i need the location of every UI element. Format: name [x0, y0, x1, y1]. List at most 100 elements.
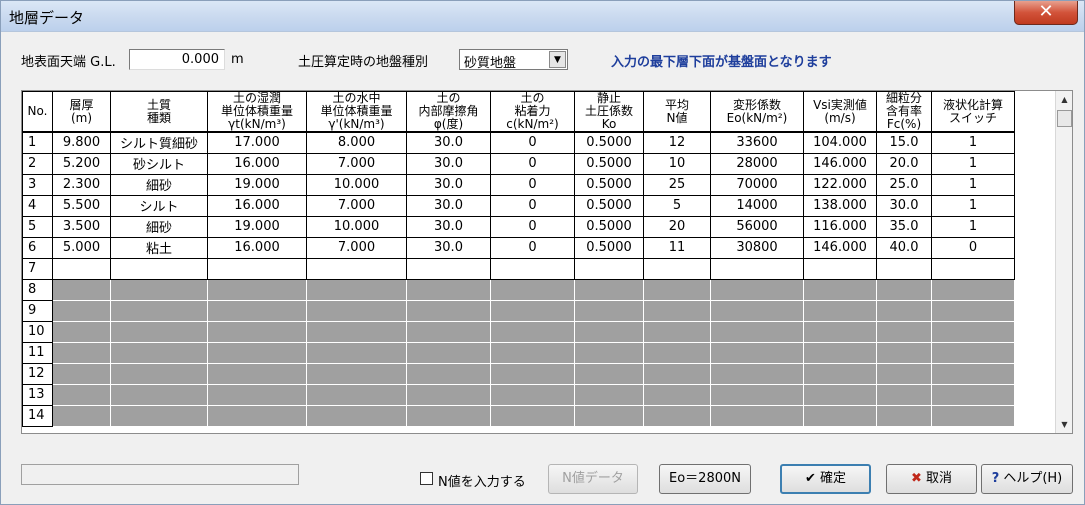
grid-cell[interactable]: [207, 320, 307, 343]
grid-cell[interactable]: [306, 362, 407, 385]
grid-cell[interactable]: [52, 362, 111, 385]
grid-cell[interactable]: [803, 362, 877, 385]
grid-cell[interactable]: 細砂: [110, 215, 208, 238]
grid-cell[interactable]: 40.0: [876, 236, 932, 259]
grid-cell[interactable]: [490, 404, 575, 427]
grid-cell[interactable]: 70000: [710, 173, 804, 196]
grid-cell[interactable]: シルト質細砂: [110, 131, 208, 154]
grid-cell[interactable]: [110, 278, 208, 301]
grid-cell[interactable]: [803, 257, 877, 280]
grid-cell[interactable]: 146.000: [803, 152, 877, 175]
grid-cell[interactable]: [574, 320, 644, 343]
grid-cell[interactable]: 7.000: [306, 236, 407, 259]
grid-cell[interactable]: 28000: [710, 152, 804, 175]
grid-cell[interactable]: [110, 257, 208, 280]
scroll-thumb[interactable]: [1057, 110, 1072, 127]
grid-cell[interactable]: [306, 257, 407, 280]
grid-cell[interactable]: [710, 278, 804, 301]
grid-cell[interactable]: 16.000: [207, 152, 307, 175]
eo-2800n-button[interactable]: Eo＝2800N: [659, 464, 751, 494]
grid-cell[interactable]: 0: [490, 194, 575, 217]
grid-cell[interactable]: 20: [643, 215, 711, 238]
grid-cell[interactable]: 砂シルト: [110, 152, 208, 175]
grid-cell[interactable]: [643, 383, 711, 406]
grid-cell[interactable]: 146.000: [803, 236, 877, 259]
grid-cell[interactable]: [406, 404, 491, 427]
grid-cell[interactable]: 5: [643, 194, 711, 217]
grid-cell[interactable]: 0.5000: [574, 131, 644, 154]
grid-cell[interactable]: [306, 404, 407, 427]
grid-cell[interactable]: [931, 383, 1015, 406]
grid-cell[interactable]: 5.500: [52, 194, 111, 217]
grid-cell[interactable]: 33600: [710, 131, 804, 154]
grid-cell[interactable]: [710, 299, 804, 322]
grid-cell[interactable]: 10: [643, 152, 711, 175]
grid-cell[interactable]: [803, 299, 877, 322]
grid-cell[interactable]: [931, 341, 1015, 364]
grid-cell[interactable]: [406, 383, 491, 406]
grid-cell[interactable]: 35.0: [876, 215, 932, 238]
grid-cell[interactable]: 19.000: [207, 173, 307, 196]
grid-cell[interactable]: [643, 320, 711, 343]
grid-cell[interactable]: [931, 299, 1015, 322]
ground-type-select[interactable]: 砂質地盤 ▼: [459, 49, 568, 71]
grid-cell[interactable]: [710, 404, 804, 427]
grid-cell[interactable]: 粘土: [110, 236, 208, 259]
grid-cell[interactable]: [931, 257, 1015, 280]
grid-cell[interactable]: 122.000: [803, 173, 877, 196]
grid-cell[interactable]: [406, 341, 491, 364]
grid-cell[interactable]: [643, 299, 711, 322]
grid-cell[interactable]: 14000: [710, 194, 804, 217]
grid-cell[interactable]: [876, 383, 932, 406]
grid-cell[interactable]: 10.000: [306, 215, 407, 238]
grid-cell[interactable]: [803, 341, 877, 364]
grid-cell[interactable]: 細砂: [110, 173, 208, 196]
grid-cell[interactable]: [574, 299, 644, 322]
grid-cell[interactable]: [406, 257, 491, 280]
grid-cell[interactable]: 0.5000: [574, 215, 644, 238]
grid-cell[interactable]: [110, 362, 208, 385]
grid-cell[interactable]: [803, 404, 877, 427]
grid-cell[interactable]: 0.5000: [574, 236, 644, 259]
grid-cell[interactable]: 7.000: [306, 152, 407, 175]
grid-cell[interactable]: [490, 278, 575, 301]
grid-cell[interactable]: 0: [931, 236, 1015, 259]
grid-cell[interactable]: 30.0: [876, 194, 932, 217]
grid-cell[interactable]: 2.300: [52, 173, 111, 196]
grid-cell[interactable]: [490, 341, 575, 364]
n-value-checkbox-label[interactable]: N値を入力する: [438, 471, 526, 490]
grid-cell[interactable]: 0: [490, 131, 575, 154]
grid-cell[interactable]: [710, 257, 804, 280]
grid-cell[interactable]: [643, 404, 711, 427]
grid-cell[interactable]: [306, 320, 407, 343]
grid-cell[interactable]: [643, 278, 711, 301]
close-button[interactable]: ✕: [1014, 1, 1078, 25]
grid-cell[interactable]: 116.000: [803, 215, 877, 238]
grid-cell[interactable]: 30.0: [406, 194, 491, 217]
grid-cell[interactable]: [710, 383, 804, 406]
grid-cell[interactable]: [207, 299, 307, 322]
grid-cell[interactable]: 1: [931, 173, 1015, 196]
grid-cell[interactable]: 138.000: [803, 194, 877, 217]
gl-input[interactable]: 0.000: [129, 49, 225, 70]
grid-cell[interactable]: 16.000: [207, 194, 307, 217]
grid-cell[interactable]: [306, 341, 407, 364]
grid-cell[interactable]: [574, 257, 644, 280]
grid-cell[interactable]: 16.000: [207, 236, 307, 259]
grid-cell[interactable]: [110, 341, 208, 364]
grid-cell[interactable]: 56000: [710, 215, 804, 238]
grid-cell[interactable]: 30.0: [406, 236, 491, 259]
grid-cell[interactable]: 5.200: [52, 152, 111, 175]
grid-cell[interactable]: [52, 278, 111, 301]
grid-cell[interactable]: 1: [931, 152, 1015, 175]
grid-cell[interactable]: [110, 320, 208, 343]
grid-cell[interactable]: [490, 362, 575, 385]
grid-cell[interactable]: [574, 362, 644, 385]
grid-cell[interactable]: [52, 257, 111, 280]
grid-cell[interactable]: [574, 383, 644, 406]
grid-cell[interactable]: [52, 404, 111, 427]
grid-cell[interactable]: [876, 299, 932, 322]
grid-cell[interactable]: [803, 383, 877, 406]
grid-cell[interactable]: [406, 320, 491, 343]
scroll-down-icon[interactable]: ▼: [1056, 416, 1072, 433]
